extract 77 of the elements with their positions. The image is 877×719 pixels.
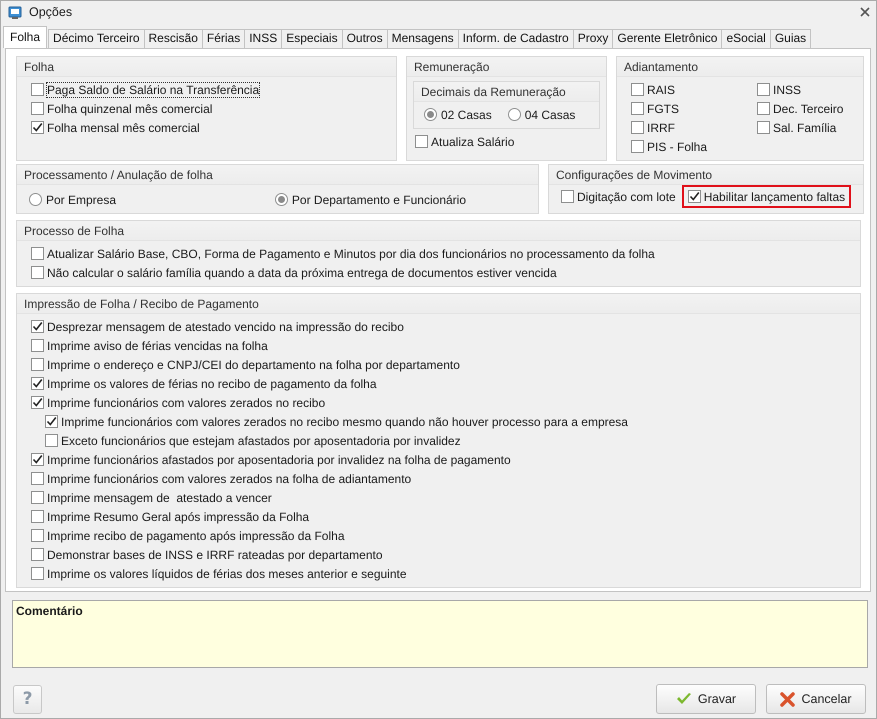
- checkbox[interactable]: [45, 415, 58, 428]
- cancel-button[interactable]: Cancelar: [766, 684, 866, 714]
- checkbox[interactable]: [31, 266, 44, 279]
- tab[interactable]: Folha: [3, 26, 48, 48]
- close-icon: [780, 692, 796, 706]
- checkbox[interactable]: [757, 102, 770, 115]
- checkbox-label: IRRF: [647, 120, 675, 134]
- checkbox[interactable]: [631, 102, 644, 115]
- checkbox[interactable]: [31, 358, 44, 371]
- checkbox[interactable]: [415, 135, 428, 148]
- checkbox[interactable]: [631, 140, 644, 153]
- window-title: Opções: [29, 5, 74, 19]
- checkbox-label: Paga Saldo de Salário na Transferência: [47, 82, 260, 96]
- checkbox[interactable]: [31, 567, 44, 580]
- checkbox[interactable]: [45, 434, 58, 447]
- checkbox[interactable]: [31, 529, 44, 542]
- app-icon: [7, 4, 23, 20]
- checkbox-label: Não calcular o salário família quando a data da próxima entrega de documentos estiver vencida: [47, 266, 557, 280]
- checkbox-label: INSS: [773, 82, 802, 96]
- checkbox-label: Imprime mensagem de atestado a vencer: [47, 490, 272, 504]
- checkbox-label: Imprime funcionários com valores zerados no recibo mesmo quando não houver processo para a empresa: [61, 414, 628, 428]
- close-icon[interactable]: [860, 7, 870, 17]
- radio-label: Por Empresa: [46, 192, 116, 206]
- tab[interactable]: Décimo Terceiro: [48, 29, 145, 48]
- checkbox-label: Folha mensal mês comercial: [47, 120, 200, 134]
- checkbox[interactable]: [31, 472, 44, 485]
- checkbox-label: Imprime funcionários com valores zerados na folha de adiantamento: [47, 472, 412, 486]
- checkbox-label: Imprime funcionários com valores zerados no recibo: [47, 396, 326, 410]
- checkbox-label: Imprime os valores de férias no recibo de pagamento da folha: [47, 376, 377, 390]
- checkbox-label: Demonstrar bases de INSS e IRRF rateadas por departamento: [47, 548, 382, 562]
- checkbox[interactable]: [561, 190, 574, 203]
- save-button[interactable]: Gravar: [656, 684, 756, 714]
- checkbox[interactable]: [631, 121, 644, 134]
- checkbox-label: FGTS: [647, 102, 679, 116]
- radio-button[interactable]: [274, 193, 288, 206]
- checkbox[interactable]: [31, 377, 44, 390]
- checkbox-label: Atualiza Salário: [431, 134, 514, 148]
- checkbox-label: Imprime Resumo Geral após impressão da Folha: [47, 510, 310, 524]
- checkbox[interactable]: [31, 510, 44, 523]
- checkbox-label: Digitação com lote: [577, 190, 676, 204]
- check-icon: [676, 692, 692, 706]
- checkbox-label: Dec. Terceiro: [773, 102, 844, 116]
- checkbox-label: Imprime aviso de férias vencidas na folha: [47, 338, 268, 352]
- checkbox-label: Imprime funcionários afastados por aposentadoria por invalidez na folha de pagamento: [47, 452, 511, 466]
- radio-label: 02 Casas: [441, 108, 492, 122]
- radio-label: 04 Casas: [524, 108, 576, 122]
- checkbox[interactable]: [631, 83, 644, 96]
- radio-button[interactable]: [29, 193, 42, 206]
- checkbox-label: Habilitar lançamento faltas: [704, 190, 846, 204]
- checkbox-label: Atualizar Salário Base, CBO, Forma de Pagamento e Minutos por dia dos funcionários no processamento da folha: [47, 246, 655, 260]
- checkbox[interactable]: [31, 491, 44, 504]
- checkbox[interactable]: [31, 548, 44, 561]
- checkbox[interactable]: [31, 339, 44, 352]
- checkbox[interactable]: [688, 190, 701, 203]
- checkbox[interactable]: [757, 121, 770, 134]
- radio-label: Por Departamento e Funcionário: [292, 192, 466, 206]
- checkbox[interactable]: [31, 83, 44, 96]
- checkbox[interactable]: [31, 247, 44, 260]
- checkbox-label: Exceto funcionários que estejam afastados por aposentadoria por invalidez: [61, 434, 461, 448]
- checkbox-label: Imprime recibo de pagamento após impressão da Folha: [47, 528, 344, 542]
- comment-field[interactable]: Comentário: [12, 600, 868, 668]
- tab[interactable]: Guias: [770, 29, 812, 48]
- checkbox-label: RAIS: [647, 82, 676, 96]
- checkbox[interactable]: [757, 83, 770, 96]
- checkbox-label: Sal. Família: [773, 120, 836, 134]
- checkbox-label: Imprime o endereço e CNPJ/CEI do departamento na folha por departamento: [47, 358, 460, 372]
- radio-button[interactable]: [508, 108, 521, 121]
- checkbox[interactable]: [31, 320, 44, 333]
- checkbox-label: Desprezar mensagem de atestado vencido na impressão do recibo: [47, 320, 404, 334]
- checkbox-label: Imprime os valores líquidos de férias dos meses anterior e seguinte: [47, 566, 407, 580]
- checkbox-label: Folha quinzenal mês comercial: [47, 102, 212, 116]
- checkbox[interactable]: [31, 396, 44, 409]
- radio-button[interactable]: [424, 108, 437, 121]
- checkbox[interactable]: [31, 453, 44, 466]
- checkbox[interactable]: [31, 102, 44, 115]
- checkbox[interactable]: [31, 121, 44, 134]
- checkbox-label: PIS - Folha: [647, 140, 708, 154]
